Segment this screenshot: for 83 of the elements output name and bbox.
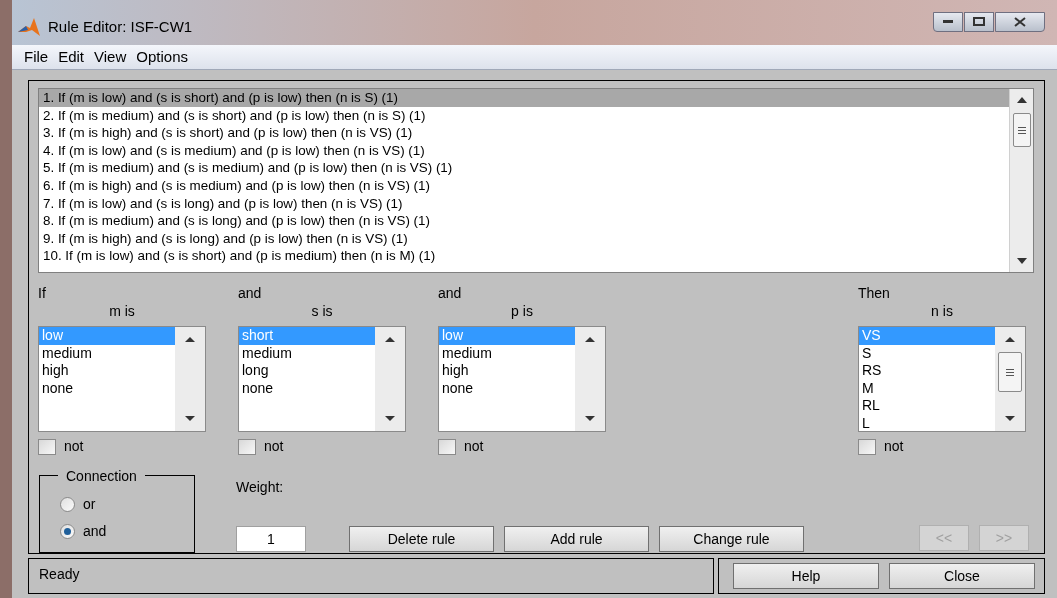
scroll-up-icon[interactable]	[1016, 97, 1027, 103]
list-item[interactable]: S	[859, 344, 995, 362]
maximize-icon	[973, 17, 985, 26]
variable-label: n is	[931, 302, 953, 318]
list-item[interactable]: long	[239, 362, 375, 380]
radio-button[interactable]	[60, 524, 75, 539]
minimize-icon	[943, 20, 953, 23]
rule-row[interactable]: 9. If (m is high) and (s is long) and (p is low) then (n is VS) (1)	[39, 229, 1009, 248]
grip-icon	[1006, 368, 1014, 376]
scroll-thumb[interactable]	[1012, 113, 1031, 147]
footer-button[interactable]: Close	[889, 563, 1035, 589]
list-item[interactable]: high	[439, 362, 575, 380]
list-item[interactable]: RS	[859, 362, 995, 380]
checkbox-label: not	[64, 437, 84, 456]
not-checkbox[interactable]	[38, 438, 56, 455]
scroll-up-icon[interactable]	[585, 337, 595, 342]
rule-row[interactable]: 1. If (m is low) and (s is short) and (p is low) then (n is S) (1)	[39, 89, 1009, 107]
minimize-button[interactable]	[933, 11, 963, 32]
not-checkbox[interactable]	[238, 438, 256, 455]
rule-row[interactable]: 3. If (m is high) and (s is short) and (p is low) then (n is VS) (1)	[39, 124, 1009, 142]
menu-item[interactable]: Edit	[58, 45, 85, 69]
window-title: Rule Editor: ISF-CW1	[48, 17, 193, 38]
connector-label: If	[38, 284, 46, 300]
scroll-down-icon[interactable]	[1016, 258, 1027, 264]
list-item[interactable]: high	[39, 362, 175, 380]
variable-label: m is	[109, 302, 135, 318]
rule-button[interactable]: Change rule	[659, 526, 804, 552]
scroll-up-icon[interactable]	[185, 337, 195, 342]
footer-button[interactable]: Help	[733, 563, 879, 589]
connector-label: and	[438, 284, 462, 300]
checkbox-label: not	[884, 437, 904, 456]
list-item[interactable]: none	[239, 379, 375, 397]
checkbox-label: not	[264, 437, 284, 456]
variable-label: p is	[511, 302, 533, 318]
weight-field[interactable]: 1	[236, 526, 306, 552]
app-logo-icon	[18, 17, 40, 38]
variable-label: s is	[311, 302, 333, 318]
rule-row[interactable]: 7. If (m is low) and (s is long) and (p is low) then (n is VS) (1)	[39, 194, 1009, 213]
radio-label: or	[83, 495, 96, 514]
scroll-down-icon[interactable]	[385, 416, 395, 421]
rule-row[interactable]: 10. If (m is low) and (s is short) and (p is medium) then (n is M) (1)	[39, 247, 1009, 265]
radio-button[interactable]	[60, 497, 75, 512]
list-item[interactable]: M	[859, 379, 995, 397]
scroll-up-icon[interactable]	[1005, 337, 1015, 342]
rule-row[interactable]: 2. If (m is medium) and (s is short) and (p is low) then (n is S) (1)	[39, 106, 1009, 125]
scrollbar[interactable]	[375, 327, 405, 431]
scrollbar[interactable]	[995, 327, 1025, 431]
list-item[interactable]: medium	[39, 344, 175, 362]
status-text: Ready	[39, 565, 80, 582]
scroll-down-icon[interactable]	[1005, 416, 1015, 421]
scroll-thumb[interactable]	[998, 352, 1022, 392]
menu-item[interactable]: Options	[136, 45, 188, 69]
list-item[interactable]: L	[859, 414, 995, 431]
rule-row[interactable]: 8. If (m is medium) and (s is long) and (p is low) then (n is VS) (1)	[39, 212, 1009, 230]
list-item[interactable]: none	[39, 379, 175, 397]
list-item[interactable]: medium	[439, 344, 575, 362]
rule-button[interactable]: Delete rule	[349, 526, 494, 552]
maximize-button[interactable]	[964, 11, 994, 32]
checkbox-label: not	[464, 437, 484, 456]
not-checkbox[interactable]	[438, 438, 456, 455]
rule-row[interactable]: 6. If (m is high) and (s is medium) and (p is low) then (n is VS) (1)	[39, 176, 1009, 195]
scrollbar[interactable]	[175, 327, 205, 431]
list-item[interactable]: none	[439, 379, 575, 397]
rule-button[interactable]: Add rule	[504, 526, 649, 552]
radio-label: and	[83, 522, 107, 541]
weight-label: Weight:	[236, 478, 285, 497]
close-icon	[1014, 16, 1026, 27]
connector-label: and	[238, 284, 262, 300]
rule-row[interactable]: 4. If (m is low) and (s is medium) and (p is low) then (n is VS) (1)	[39, 141, 1009, 160]
scrollbar[interactable]	[1009, 89, 1033, 272]
scroll-down-icon[interactable]	[185, 416, 195, 421]
connector-label: Then	[858, 284, 890, 300]
scrollbar[interactable]	[575, 327, 605, 431]
menu-item[interactable]: View	[94, 45, 127, 69]
menu-item[interactable]: File	[24, 45, 49, 69]
list-item[interactable]: medium	[239, 344, 375, 362]
scroll-down-icon[interactable]	[585, 416, 595, 421]
rule-row[interactable]: 5. If (m is medium) and (s is medium) and (p is low) then (n is VS) (1)	[39, 159, 1009, 177]
close-button[interactable]	[995, 11, 1045, 32]
list-item[interactable]: RL	[859, 397, 995, 415]
not-checkbox[interactable]	[858, 438, 876, 455]
grip-icon	[1017, 126, 1026, 134]
scroll-up-icon[interactable]	[385, 337, 395, 342]
